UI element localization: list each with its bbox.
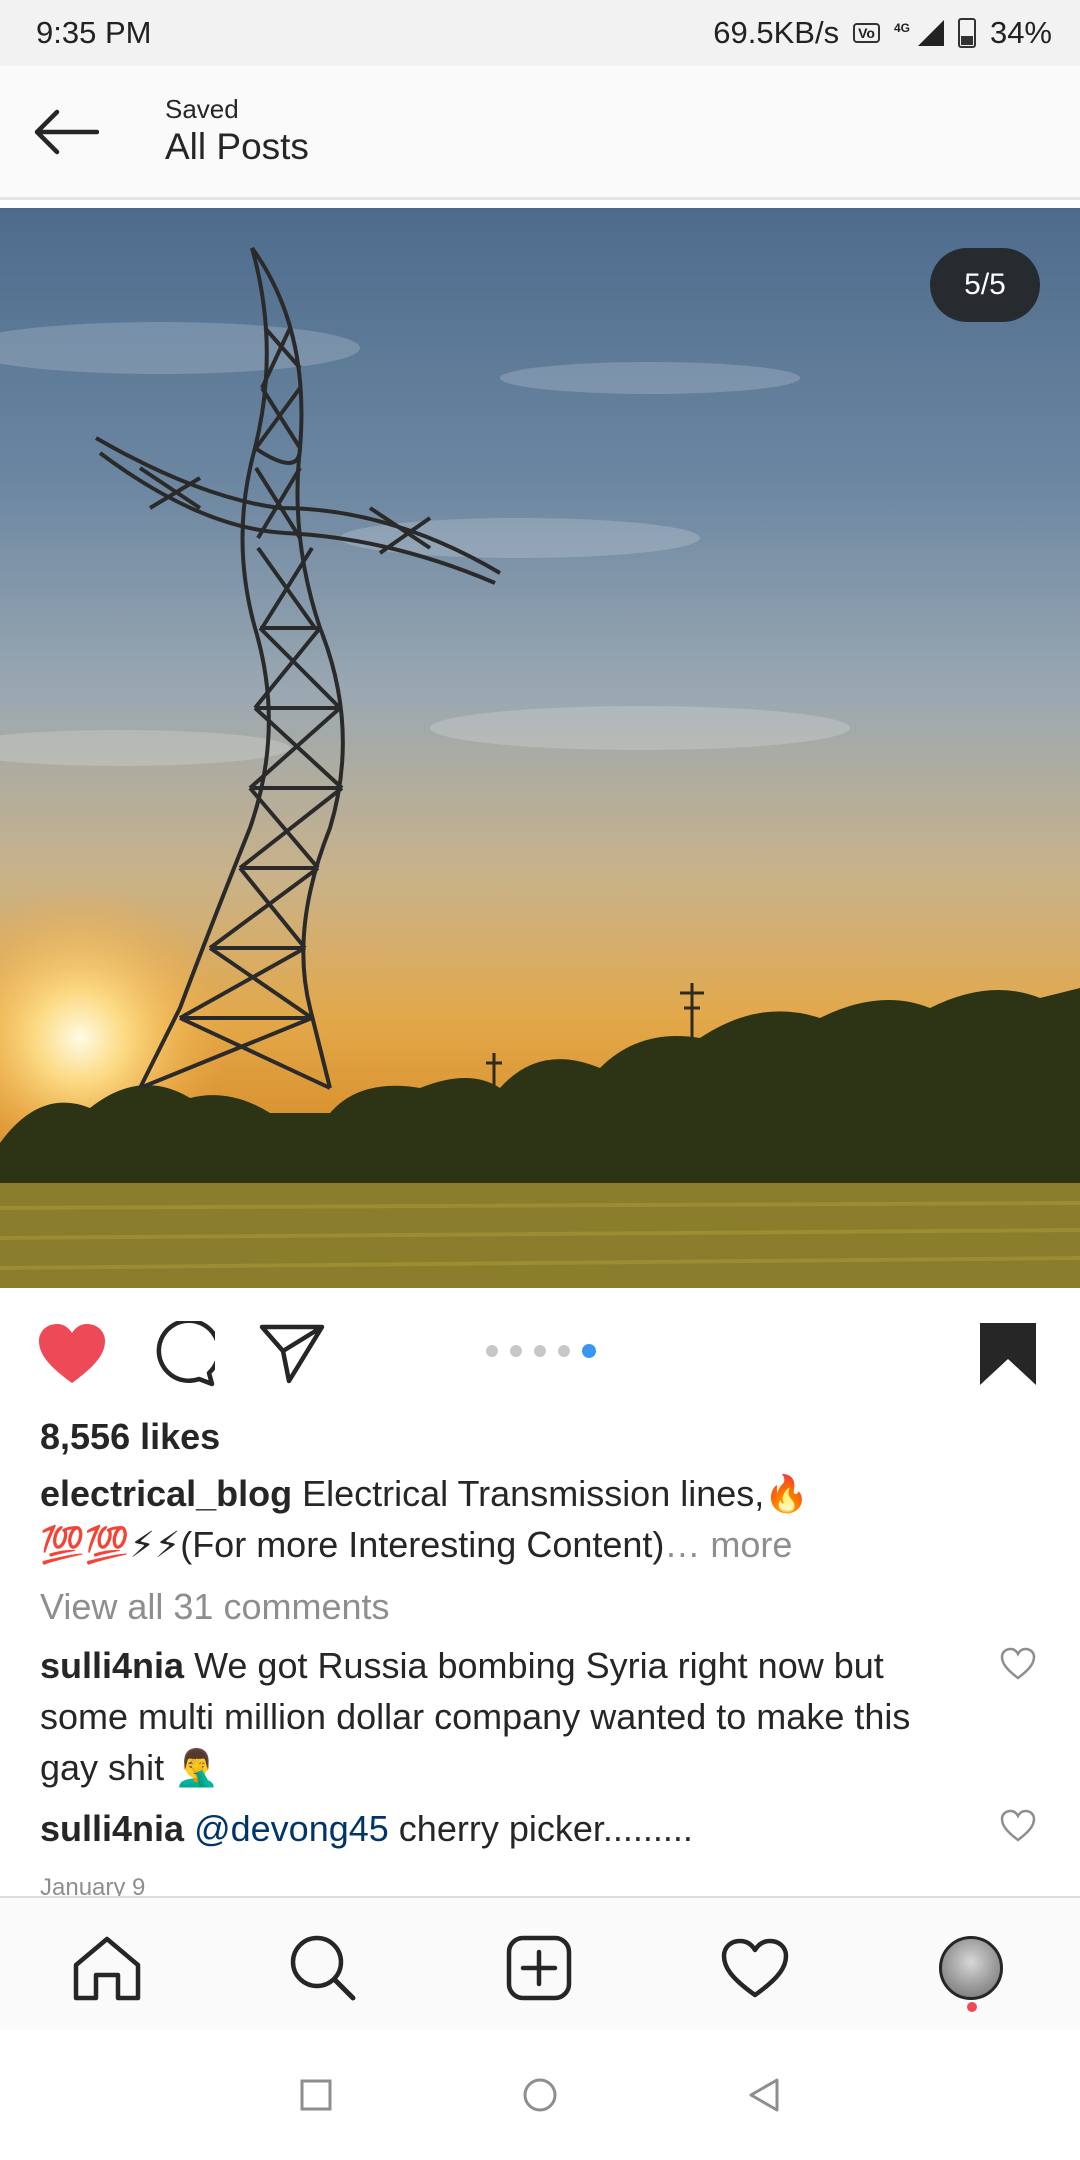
comment-item: sulli4nia @devong45 cherry picker.......… [40,1803,940,1854]
carousel-dot-active [582,1344,596,1358]
bookmark-filled-icon [980,1323,1036,1385]
volte-icon: Vo [853,23,880,43]
page-title: All Posts [165,126,309,167]
nav-search-button[interactable] [283,1928,363,2008]
heart-filled-icon [39,1324,105,1383]
network-type: 4G [893,21,910,35]
home-circle-icon [523,2078,557,2112]
post-photo [0,246,1080,1288]
status-time: 9:35 PM [36,15,152,50]
likes-count[interactable]: 8,556 likes [40,1416,220,1458]
activity-heart-icon [721,1938,789,1998]
carousel-dot [510,1345,522,1357]
arrow-left-icon [34,109,99,155]
comment-item: sulli4nia We got Russia bombing Syria ri… [40,1640,940,1793]
system-back-button[interactable] [744,2075,784,2115]
comment-like-icon[interactable] [1000,1808,1036,1844]
comment-like-icon[interactable] [1000,1646,1036,1682]
battery-level: 34% [989,15,1052,50]
carousel-counter: 5/5 [930,248,1040,322]
comment-mention[interactable]: @devong45 [194,1808,389,1849]
carousel-dot [558,1345,570,1357]
battery-icon [957,18,976,48]
caption-text: Electrical Transmission lines,🔥 [302,1473,810,1514]
system-nav-bar [0,2030,1080,2160]
system-home-button[interactable] [520,2075,560,2115]
recents-square-icon [300,2079,332,2111]
bottom-nav [0,1896,1080,2030]
add-post-icon [506,1935,572,2001]
comment-text: cherry picker......... [398,1808,693,1849]
profile-avatar [939,1936,1003,2000]
share-button[interactable] [256,1318,328,1390]
carousel-indicator [486,1344,596,1358]
author-username[interactable]: electrical_blog [40,1473,292,1514]
like-button[interactable] [36,1318,108,1390]
comment-username[interactable]: sulli4nia [40,1808,184,1849]
nav-activity-button[interactable] [715,1928,795,2008]
header-subtitle: Saved [165,94,239,124]
net-speed: 69.5KB/s [713,15,840,50]
paper-plane-icon [259,1324,325,1384]
recents-button[interactable] [296,2075,336,2115]
post-actions [0,1288,1080,1412]
search-icon [290,1935,356,2001]
carousel-dot [486,1345,498,1357]
status-indicators: 69.5KB/s Vo 4G 34% [713,15,1052,51]
caption-text-line2: 💯💯⚡⚡(For more Interesting Content) [40,1524,665,1565]
comment-username[interactable]: sulli4nia [40,1645,184,1686]
post-caption: electrical_blog Electrical Transmission … [40,1468,1040,1570]
status-bar: 9:35 PM 69.5KB/s Vo 4G 34% [0,0,1080,66]
app-header: Saved All Posts [0,66,1080,200]
comment-button[interactable] [146,1318,218,1390]
back-triangle-icon [749,2078,779,2112]
signal-icon [917,20,944,46]
view-all-comments-link[interactable]: View all 31 comments [40,1586,390,1628]
comment-bubble-icon [156,1321,215,1387]
home-icon [73,1936,141,2001]
nav-new-post-button[interactable] [499,1928,579,2008]
post-image[interactable]: 5/5 [0,208,1080,1288]
nav-home-button[interactable] [67,1928,147,2008]
notification-dot [967,2002,977,2012]
save-button[interactable] [972,1318,1044,1390]
caption-more-link[interactable]: … more [664,1524,792,1565]
nav-profile-button[interactable] [931,1928,1011,2008]
carousel-dot [534,1345,546,1357]
back-button[interactable] [24,96,108,168]
